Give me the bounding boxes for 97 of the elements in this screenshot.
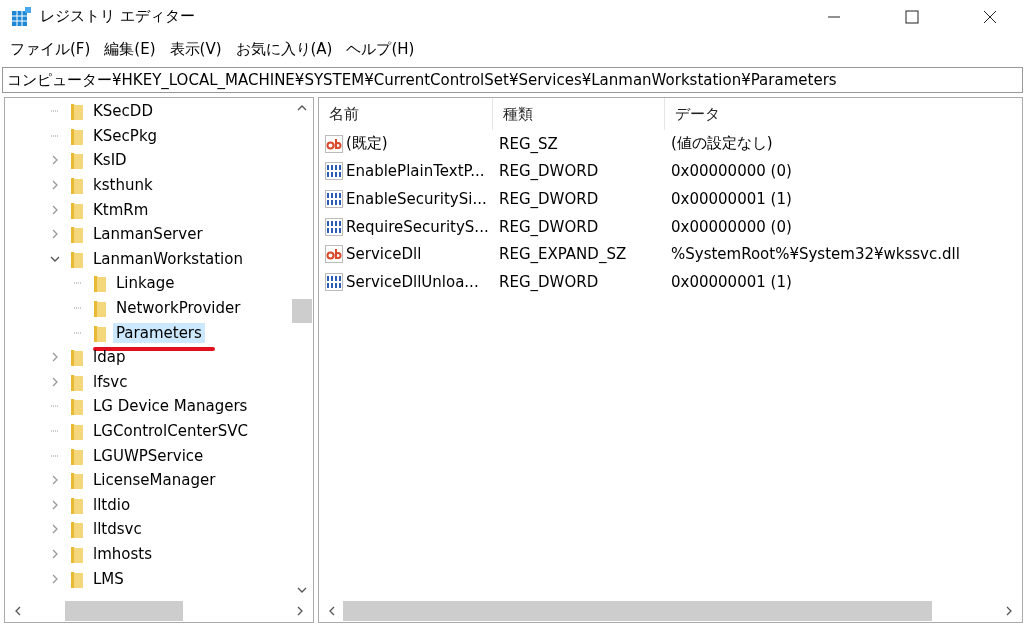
value-type: REG_DWORD: [498, 162, 600, 181]
scrollbar-thumb[interactable]: [343, 601, 932, 621]
close-icon[interactable]: [983, 9, 997, 24]
chevron-right-icon[interactable]: [50, 204, 60, 215]
tree-item[interactable]: ksthunk: [90, 175, 156, 196]
value-type: REG_EXPAND_SZ: [498, 245, 628, 264]
scroll-up-icon[interactable]: [297, 103, 307, 113]
scrollbar-thumb[interactable]: [65, 601, 183, 621]
folder-icon: [70, 200, 84, 219]
value-data: 0x00000001 (1): [670, 272, 793, 291]
scroll-left-icon[interactable]: [13, 606, 23, 616]
folder-icon: [70, 151, 84, 170]
tree-item[interactable]: LanmanWorkstation: [90, 248, 246, 269]
scroll-right-icon[interactable]: [1004, 606, 1014, 616]
folder-icon: [70, 495, 84, 514]
scroll-left-icon[interactable]: [327, 606, 337, 616]
chevron-right-icon[interactable]: [50, 573, 60, 584]
value-data: 0x00000001 (1): [670, 190, 793, 208]
scrollbar-thumb[interactable]: [292, 299, 312, 323]
tree-item[interactable]: LG Device Managers: [90, 396, 251, 417]
chevron-right-icon[interactable]: [50, 376, 60, 387]
folder-icon: [70, 126, 84, 145]
folder-icon: [70, 176, 84, 195]
window-title: レジストリ エディター: [40, 7, 195, 26]
chevron-right-icon[interactable]: [50, 549, 60, 559]
tree-item[interactable]: LMS: [90, 568, 127, 589]
tree-item[interactable]: lltdsvc: [90, 519, 145, 540]
binary-value-icon: [325, 162, 343, 181]
value-type: REG_DWORD: [498, 272, 600, 291]
column-header[interactable]: 種類: [493, 98, 665, 130]
tree-item[interactable]: LanmanServer: [90, 224, 206, 245]
tree-item[interactable]: ldap: [90, 347, 129, 368]
scroll-right-icon[interactable]: [295, 606, 305, 616]
folder-icon: [70, 446, 84, 465]
value-name[interactable]: EnableSecuritySi...: [346, 190, 487, 208]
folder-icon: [70, 225, 84, 244]
tree-item[interactable]: lmhosts: [90, 544, 155, 564]
value-data: 0x00000000 (0): [670, 217, 793, 236]
chevron-right-icon[interactable]: [50, 524, 60, 535]
menu-item[interactable]: 表示(V): [169, 39, 222, 59]
tree-item[interactable]: LicenseManager: [90, 470, 219, 491]
folder-icon: [70, 397, 84, 416]
folder-icon: [70, 422, 84, 440]
chevron-right-icon[interactable]: [50, 180, 60, 191]
binary-value-icon: [325, 272, 343, 291]
menu-item[interactable]: お気に入り(A): [235, 39, 333, 59]
tree-item[interactable]: KSecDD: [90, 101, 156, 122]
value-name[interactable]: RequireSecurityS...: [346, 217, 489, 236]
chevron-right-icon[interactable]: [50, 499, 60, 510]
value-name[interactable]: ServiceDll: [346, 245, 422, 264]
folder-icon: [70, 471, 84, 490]
tree-item[interactable]: LGUWPService: [90, 445, 207, 466]
binary-value-icon: [325, 217, 343, 236]
address-bar[interactable]: コンピューター¥HKEY_LOCAL_MACHINE¥SYSTEM¥CurrentControlSet¥Services¥LanmanWorkstation¥Parameters: [2, 67, 1023, 93]
menu-item[interactable]: ヘルプ(H): [346, 39, 415, 59]
folder-icon: [70, 249, 84, 268]
folder-icon: [70, 372, 84, 391]
folder-icon: [70, 348, 84, 367]
value-data: %SystemRoot%¥System32¥wkssvc.dll: [670, 245, 961, 264]
folder-icon: [70, 102, 84, 121]
app-icon: [12, 6, 32, 27]
folder-icon: [93, 299, 107, 318]
scroll-down-icon[interactable]: [297, 585, 307, 595]
folder-icon: [70, 545, 84, 563]
folder-icon: [93, 274, 107, 293]
value-type: REG_SZ: [498, 134, 559, 153]
value-data: (値の設定なし): [670, 134, 774, 154]
menu-item[interactable]: ファイル(F): [10, 39, 91, 59]
folder-icon: [70, 520, 84, 539]
chevron-right-icon[interactable]: [50, 475, 60, 486]
column-header[interactable]: 名前: [319, 98, 493, 130]
value-type: REG_DWORD: [498, 190, 600, 208]
value-name[interactable]: (既定): [346, 134, 388, 154]
string-value-icon: [325, 134, 343, 153]
value-data: 0x00000000 (0): [670, 162, 793, 181]
tree-item[interactable]: lltdio: [90, 494, 134, 515]
tree-item[interactable]: KtmRm: [90, 199, 152, 220]
value-name[interactable]: EnablePlainTextP...: [346, 162, 485, 181]
string-value-icon: [325, 245, 343, 264]
value-name[interactable]: ServiceDllUnloa...: [346, 272, 479, 291]
folder-icon: [70, 569, 84, 588]
value-type: REG_DWORD: [498, 217, 600, 236]
tree-item[interactable]: Linkage: [113, 273, 178, 294]
tree-item[interactable]: lfsvc: [90, 371, 131, 392]
chevron-right-icon[interactable]: [50, 352, 60, 363]
column-header[interactable]: データ: [665, 98, 1022, 130]
folder-icon: [93, 323, 107, 342]
tree-item[interactable]: NetworkProvider: [113, 298, 244, 319]
maximize-icon[interactable]: [905, 9, 919, 24]
tree-item[interactable]: KSecPkg: [90, 125, 161, 146]
chevron-right-icon[interactable]: [50, 229, 60, 240]
chevron-right-icon[interactable]: [50, 155, 60, 166]
menu-item[interactable]: 編集(E): [104, 39, 156, 59]
binary-value-icon: [325, 190, 343, 208]
tree-item[interactable]: Parameters: [113, 322, 205, 343]
tree-item[interactable]: LGControlCenterSVC: [90, 421, 251, 441]
tree-item[interactable]: KsID: [90, 150, 130, 171]
